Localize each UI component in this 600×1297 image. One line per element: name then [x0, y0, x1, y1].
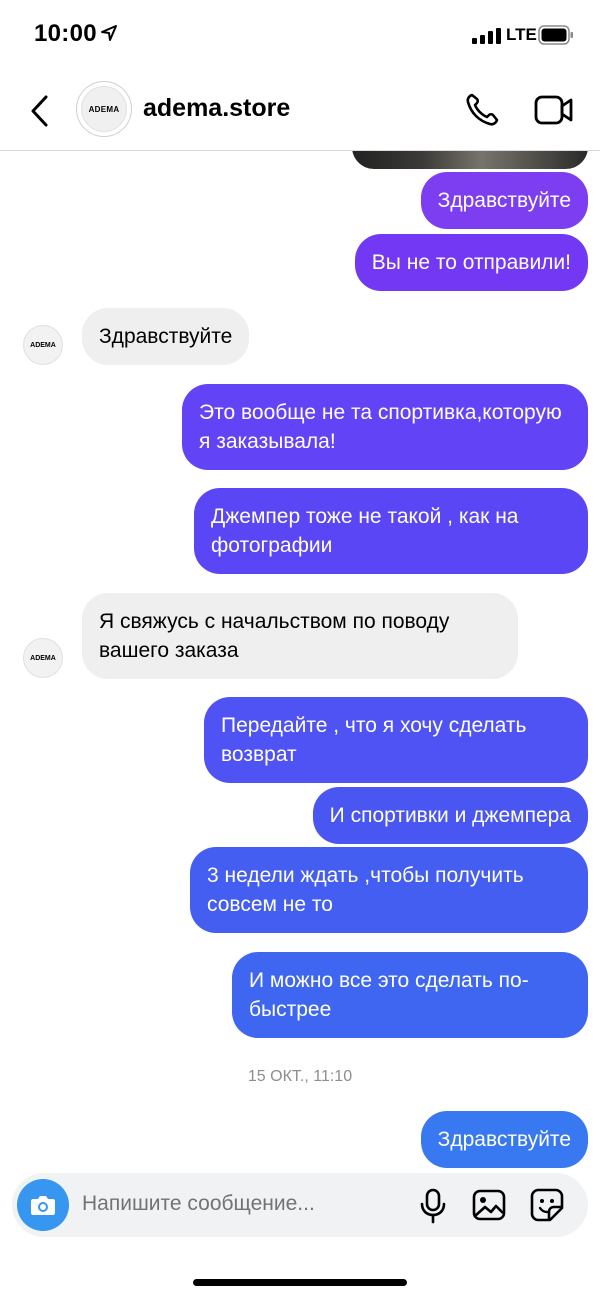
video-call-icon[interactable] — [534, 92, 574, 128]
avatar-logo-text: ADEMA — [81, 86, 127, 132]
sender-avatar[interactable]: ADEMA — [23, 325, 63, 365]
outgoing-message[interactable]: Вы не то отправили! — [354, 234, 588, 291]
outgoing-message[interactable]: Здравствуйте — [420, 1111, 588, 1168]
network-type: LTE — [506, 25, 537, 44]
message-input[interactable]: Напишите сообщение... — [82, 1192, 315, 1216]
microphone-icon[interactable] — [420, 1188, 446, 1224]
outgoing-message[interactable]: Это вообще не та спортивка,которую я зак… — [182, 384, 588, 470]
message-thread[interactable]: Здравствуйте Вы не то отправили! ADEMA З… — [0, 151, 600, 1171]
sender-avatar[interactable]: ADEMA — [23, 638, 63, 678]
outgoing-message[interactable]: Здравствуйте — [420, 172, 588, 229]
gallery-icon[interactable] — [472, 1189, 506, 1221]
sticker-icon[interactable] — [530, 1188, 564, 1222]
camera-icon — [31, 1196, 55, 1215]
incoming-message[interactable]: Я свяжусь с начальством по поводу вашего… — [82, 593, 518, 679]
shared-photo-message[interactable] — [352, 151, 588, 169]
chat-header: ADEMA adema.store — [0, 72, 600, 151]
back-chevron-icon[interactable] — [28, 94, 52, 128]
battery-icon — [538, 25, 573, 45]
message-timestamp: 15 ОКТ., 11:10 — [247, 1068, 353, 1085]
home-indicator — [193, 1279, 407, 1286]
outgoing-message[interactable]: 3 недели ждать ,чтобы получить совсем не… — [190, 847, 588, 933]
outgoing-message[interactable]: Джемпер тоже не такой , как на фотографи… — [194, 488, 588, 574]
chat-username[interactable]: adema.store — [143, 94, 290, 123]
status-time: 10:00 — [34, 20, 97, 47]
phone-call-icon[interactable] — [464, 92, 500, 128]
profile-avatar[interactable]: ADEMA — [76, 81, 132, 137]
status-bar: 10:00 LTE — [0, 0, 600, 70]
camera-button[interactable] — [17, 1179, 69, 1231]
outgoing-message[interactable]: И можно все это сделать по-быстрее — [232, 952, 588, 1038]
incoming-message[interactable]: Здравствуйте — [82, 308, 250, 365]
location-arrow-icon — [101, 25, 117, 41]
outgoing-message[interactable]: Передайте , что я хочу сделать возврат — [204, 697, 588, 783]
message-composer[interactable]: Напишите сообщение... — [12, 1173, 588, 1237]
signal-bars-icon — [472, 28, 501, 44]
outgoing-message[interactable]: И спортивки и джемпера — [312, 787, 588, 844]
